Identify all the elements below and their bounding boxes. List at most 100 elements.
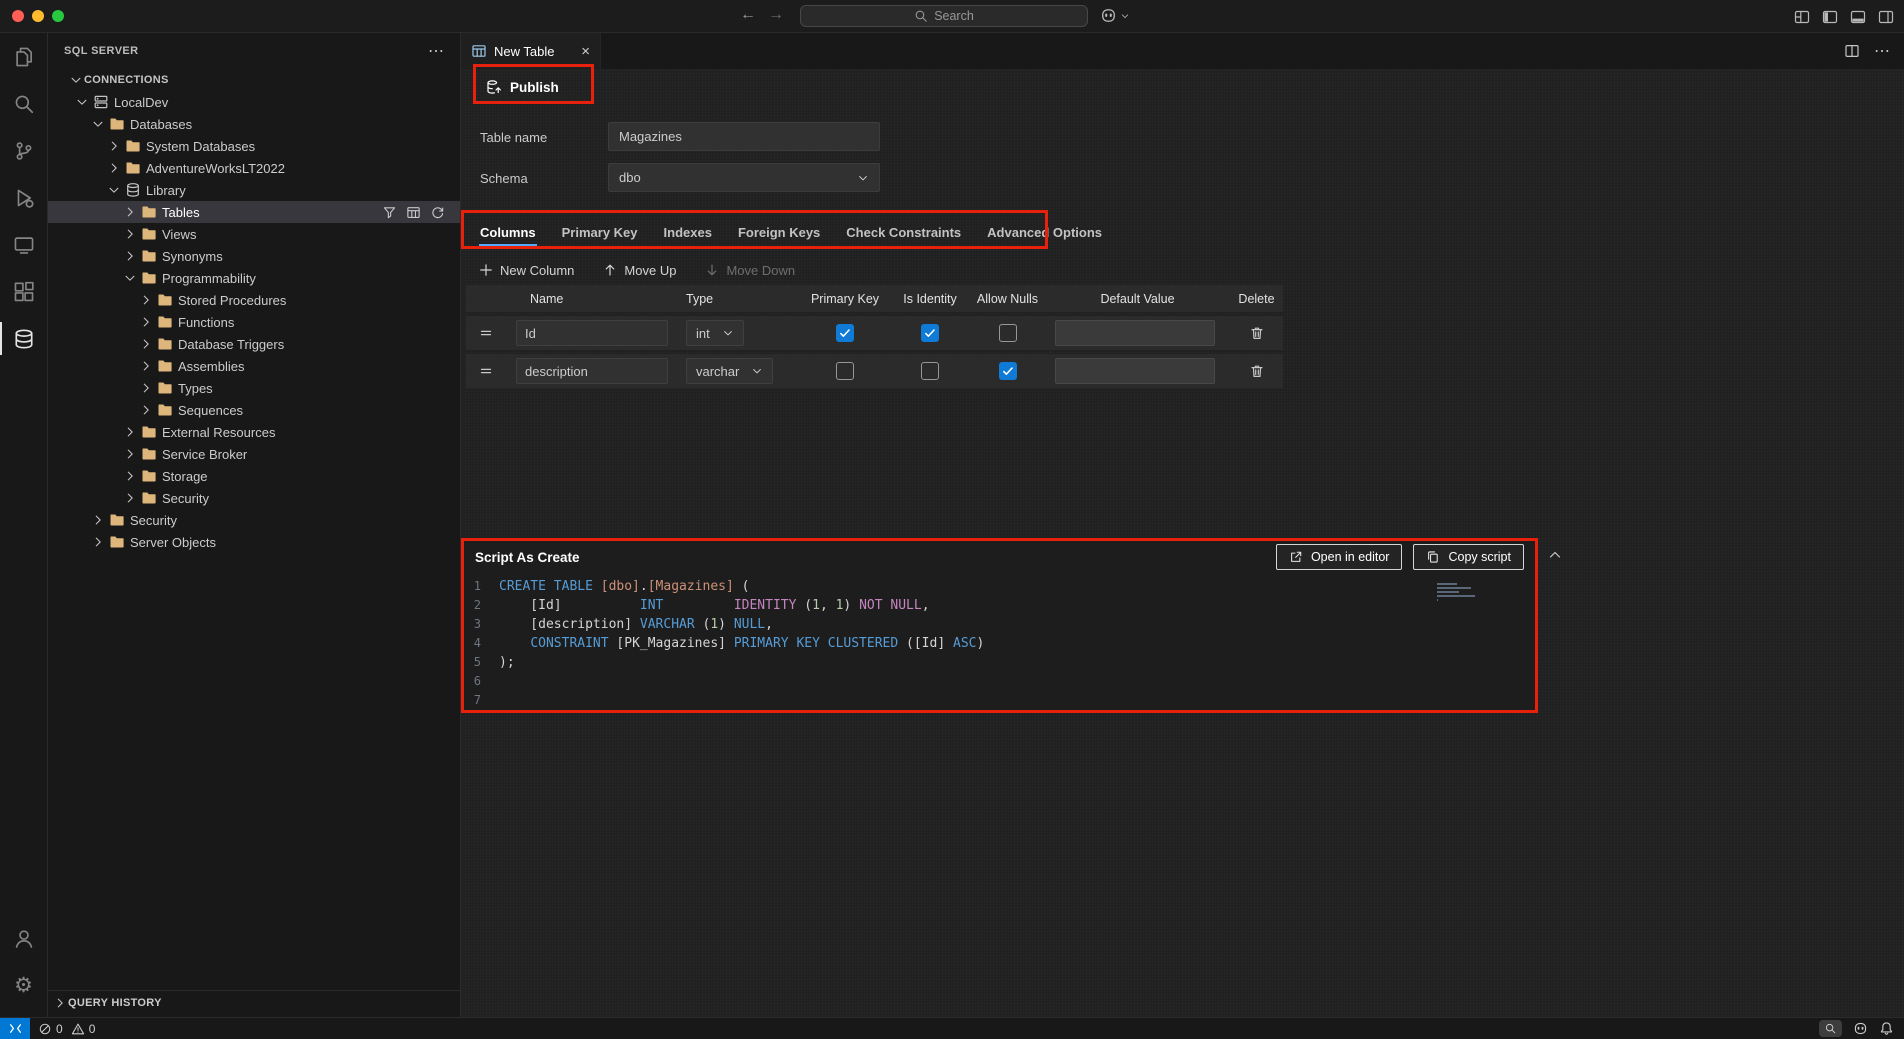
default-value-input[interactable] [1055,320,1215,346]
is-identity-checkbox[interactable] [921,324,939,342]
split-editor-icon[interactable] [1844,43,1860,59]
is-identity-checkbox[interactable] [921,362,939,380]
column-name-input[interactable] [516,320,668,346]
window-close-button[interactable] [12,10,24,22]
tree-item-types[interactable]: Types [48,377,460,399]
toggle-panel-icon[interactable] [1850,9,1866,25]
activity-bar-search[interactable] [0,80,47,127]
designer-tab-columns[interactable]: Columns [467,217,549,247]
toggle-primary-sidebar-icon[interactable] [1822,9,1838,25]
more-actions-icon[interactable]: ⋯ [1874,41,1890,61]
tree-item-service-broker[interactable]: Service Broker [48,443,460,465]
search-input[interactable]: Search [800,5,1088,27]
copilot-menu[interactable] [1100,7,1130,24]
column-name-input[interactable] [516,358,668,384]
tree-item-stored-procedures[interactable]: Stored Procedures [48,289,460,311]
chevron-right-icon [122,490,138,506]
tree-item-label: Sequences [178,403,243,418]
tree-section-connections[interactable]: CONNECTIONS [48,69,460,91]
column-row: varchar [466,354,1283,388]
expand-panel-icon[interactable] [1547,547,1563,563]
tree-item-external-resources[interactable]: External Resources [48,421,460,443]
open-in-editor-button[interactable]: Open in editor [1276,544,1403,570]
publish-button[interactable]: Publish [478,72,567,102]
remote-indicator[interactable] [0,1018,30,1039]
section-label: QUERY HISTORY [68,997,162,1009]
activity-bar-remote-explorer[interactable] [0,221,47,268]
problems-indicator[interactable]: 0 0 [38,1022,99,1036]
delete-column-button[interactable] [1249,363,1265,379]
tree-item-views[interactable]: Views [48,223,460,245]
column-type-select[interactable]: int [686,320,744,346]
activity-bar-explorer[interactable] [0,33,47,80]
table-name-input[interactable] [608,122,880,151]
close-icon[interactable]: × [581,44,590,59]
primary-key-checkbox[interactable] [836,324,854,342]
tree-item-storage[interactable]: Storage [48,465,460,487]
script-code-editor[interactable]: 1CREATE TABLE [dbo].[Magazines] (2 [Id] … [461,574,1538,713]
schema-select[interactable]: dbo [608,163,880,192]
activity-bar-extensions[interactable] [0,268,47,315]
tree-item-label: Server Objects [130,535,216,550]
allow-nulls-checkbox[interactable] [999,362,1017,380]
designer-tab-advanced-options[interactable]: Advanced Options [974,217,1115,247]
drag-handle[interactable] [478,363,494,379]
default-value-input[interactable] [1055,358,1215,384]
delete-column-button[interactable] [1249,325,1265,341]
tree-item-server-objects[interactable]: Server Objects [48,531,460,553]
more-actions-icon[interactable]: ⋯ [428,41,444,61]
column-header: Allow Nulls [970,292,1045,306]
back-icon[interactable]: ← [740,6,756,24]
designer-tab-primary-key[interactable]: Primary Key [549,217,651,247]
drag-handle[interactable] [478,325,494,341]
new-column-button[interactable]: New Column [478,262,574,278]
tree-item-functions[interactable]: Functions [48,311,460,333]
query-history-section[interactable]: QUERY HISTORY [48,990,460,1015]
tree-item-localdev[interactable]: LocalDev [48,91,460,113]
column-header: Is Identity [890,292,970,306]
tree-item-system-databases[interactable]: System Databases [48,135,460,157]
move-down-button[interactable]: Move Down [704,262,795,278]
tree-item-tables[interactable]: Tables [48,201,460,223]
tree-item-database-triggers[interactable]: Database Triggers [48,333,460,355]
chevron-right-icon [122,424,138,440]
customize-layout-icon[interactable] [1794,9,1810,25]
line-number: 6 [461,672,499,691]
notifications-bell-icon[interactable] [1879,1021,1894,1036]
tree-item-label: Views [162,227,196,242]
tree-item-databases[interactable]: Databases [48,113,460,135]
tab-new-table[interactable]: New Table × [461,33,601,69]
toggle-secondary-sidebar-icon[interactable] [1878,9,1894,25]
designer-tab-foreign-keys[interactable]: Foreign Keys [725,217,833,247]
tree-item-adventureworkslt2022[interactable]: AdventureWorksLT2022 [48,157,460,179]
tree-item-programmability[interactable]: Programmability [48,267,460,289]
activity-bar-sql-server[interactable] [0,315,47,362]
tree-item-assemblies[interactable]: Assemblies [48,355,460,377]
window-minimize-button[interactable] [32,10,44,22]
filter-icon[interactable] [382,205,397,220]
table-icon[interactable] [406,205,421,220]
tree-item-sequences[interactable]: Sequences [48,399,460,421]
chevron-down-icon [90,116,106,132]
copilot-status-icon[interactable] [1853,1021,1868,1036]
tree-item-synonyms[interactable]: Synonyms [48,245,460,267]
tree-item-security[interactable]: Security [48,487,460,509]
activity-bar-source-control[interactable] [0,127,47,174]
designer-tab-indexes[interactable]: Indexes [651,217,725,247]
refresh-icon[interactable] [430,205,445,220]
tree-item-security[interactable]: Security [48,509,460,531]
forward-icon[interactable]: → [768,6,784,24]
activity-bar-run-debug[interactable] [0,174,47,221]
activity-bar-settings[interactable]: ⚙ [0,962,47,1009]
copy-script-button[interactable]: Copy script [1413,544,1524,570]
column-type-select[interactable]: varchar [686,358,773,384]
window-zoom-button[interactable] [52,10,64,22]
allow-nulls-checkbox[interactable] [999,324,1017,342]
primary-key-checkbox[interactable] [836,362,854,380]
error-icon [38,1022,52,1036]
activity-bar-accounts[interactable] [0,915,47,962]
zoom-indicator[interactable] [1819,1020,1842,1037]
designer-tab-check-constraints[interactable]: Check Constraints [833,217,974,247]
move-up-button[interactable]: Move Up [602,262,676,278]
tree-item-library[interactable]: Library [48,179,460,201]
